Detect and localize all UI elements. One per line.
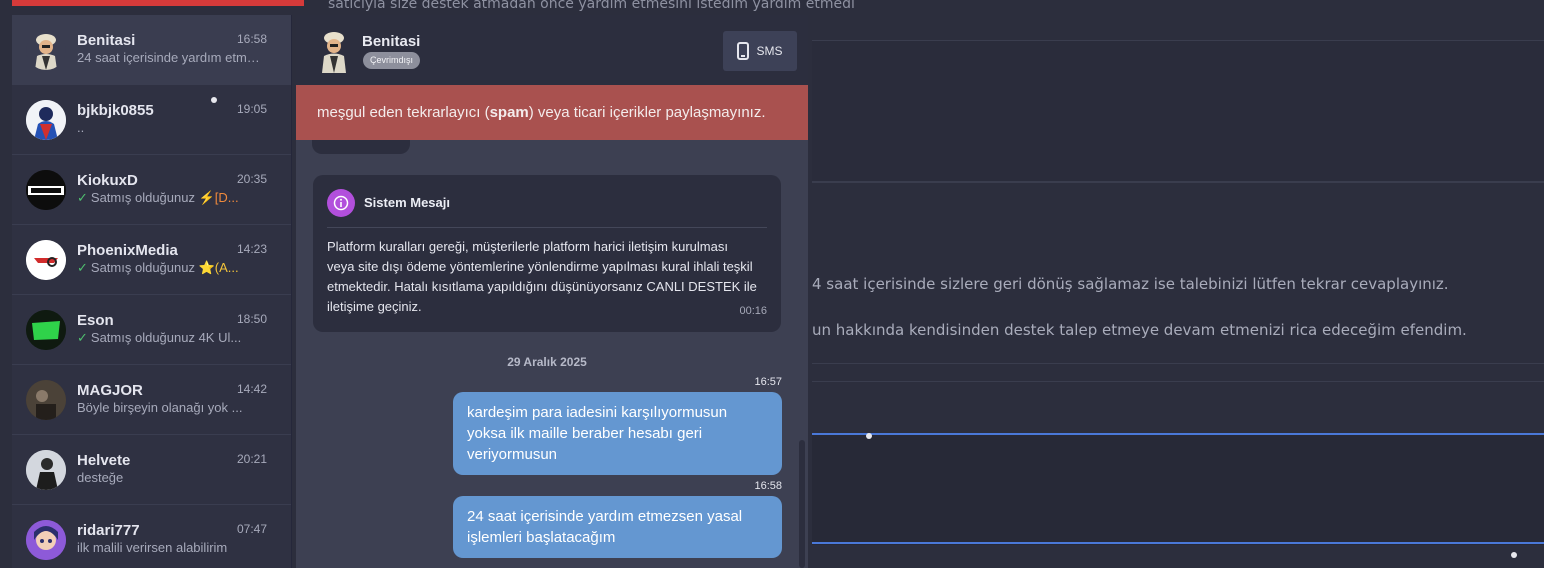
turban-avatar xyxy=(314,29,354,73)
divider xyxy=(812,363,1544,364)
conversation-item[interactable]: ridari777 07:47 ilk malili verirsen alab… xyxy=(12,505,291,568)
background-panel xyxy=(812,40,1544,182)
conversation-name: bjkbjk0855 xyxy=(77,102,154,119)
message-list[interactable]: Sistem Mesajı Platform kuralları gereği,… xyxy=(296,140,808,568)
sms-button[interactable]: SMS xyxy=(723,31,797,71)
conversation-item[interactable]: Helvete 20:21 desteğe xyxy=(12,435,291,505)
divider xyxy=(812,381,1544,382)
background-input-area[interactable] xyxy=(812,435,1544,545)
conversation-preview: 24 saat içerisinde yardım etmezsen yasal… xyxy=(77,50,267,65)
conversation-item[interactable]: MAGJOR 14:42 Böyle birşeyin olanağı yok … xyxy=(12,365,291,435)
conversation-preview: ilk malili verirsen alabilirim xyxy=(77,540,228,555)
chat-panel: Benitasi Çevrimdışı SMS meşgul eden tekr… xyxy=(296,15,808,568)
sms-button-label: SMS xyxy=(756,44,783,58)
background-text-line: un hakkında kendisinden destek talep etm… xyxy=(812,321,1467,339)
conversation-name: PhoenixMedia xyxy=(77,242,178,259)
system-message-time: 00:16 xyxy=(739,305,767,317)
conversation-preview: ✓ Satmış olduğunuz ⚡[D... xyxy=(77,190,239,205)
conversation-preview: ✓ Satmış olduğunuz 4K Ul... xyxy=(77,330,242,345)
cursor-dot xyxy=(866,433,872,439)
conversation-time: 18:50 xyxy=(236,312,267,326)
scrollbar[interactable] xyxy=(799,440,805,568)
outgoing-message: 24 saat içerisinde yardım etmezsen yasal… xyxy=(453,496,782,558)
message-time: 16:57 xyxy=(754,376,782,388)
system-message-body: Platform kuralları gereği, müşterilerle … xyxy=(327,239,757,314)
photo-avatar xyxy=(26,450,66,490)
background-message: satıcıyla size destek atmadan önce yardı… xyxy=(328,0,855,12)
focus-line xyxy=(812,433,1544,435)
conversation-time: 07:47 xyxy=(236,522,267,536)
conversation-name: Benitasi xyxy=(77,32,136,49)
warning-banner: meşgul eden tekrarlayıcı (spam) veya tic… xyxy=(296,85,808,140)
chat-contact-name: Benitasi xyxy=(362,33,421,50)
conversation-item[interactable]: KiokuxD 20:35 ✓ Satmış olduğunuz ⚡[D... xyxy=(12,155,291,225)
phoenix-logo xyxy=(26,240,66,280)
date-separator: 29 Aralık 2025 xyxy=(507,355,587,369)
conversation-list[interactable]: Benitasi 16:58 24 saat içerisinde yardım… xyxy=(12,15,292,568)
hero-avatar xyxy=(26,100,66,140)
outgoing-message: kardeşim para iadesini karşılıyormusun y… xyxy=(453,392,782,475)
divider xyxy=(327,227,767,228)
anime-avatar xyxy=(26,520,66,560)
conversation-preview: ✓ Satmış olduğunuz ⭐(A... xyxy=(77,260,239,275)
background-text-line: 4 saat içerisinde sizlere geri dönüş sağ… xyxy=(812,275,1449,293)
system-message: Sistem Mesajı Platform kuralları gereği,… xyxy=(313,175,781,332)
conversation-time: 14:23 xyxy=(236,242,267,256)
conversation-time: 19:05 xyxy=(236,102,267,116)
conversation-preview: Böyle birşeyin olanağı yok ... xyxy=(77,400,243,415)
conversation-preview: desteğe xyxy=(77,470,124,485)
conversation-item[interactable]: bjkbjk0855 19:05 .. xyxy=(12,85,291,155)
conversation-time: 16:58 xyxy=(236,32,267,46)
message-time: 16:58 xyxy=(754,480,782,492)
conversation-name: MAGJOR xyxy=(77,382,143,399)
background-alert-bar xyxy=(12,0,304,6)
check-icon: ✓ xyxy=(77,190,88,205)
conversation-item[interactable]: Eson 18:50 ✓ Satmış olduğunuz 4K Ul... xyxy=(12,295,291,365)
conversation-time: 20:21 xyxy=(236,452,267,466)
system-message-title: Sistem Mesajı xyxy=(364,195,450,210)
phone-icon xyxy=(737,42,750,60)
divider xyxy=(812,182,1544,183)
cursor-dot xyxy=(211,97,217,103)
conversation-name: ridari777 xyxy=(77,522,140,539)
conversation-preview: .. xyxy=(77,120,85,135)
conversation-time: 14:42 xyxy=(236,382,267,396)
conversation-name: Helvete xyxy=(77,452,131,469)
conversation-item[interactable]: PhoenixMedia 14:23 ✓ Satmış olduğunuz ⭐(A… xyxy=(12,225,291,295)
info-icon xyxy=(327,189,355,217)
cursor-dot xyxy=(1511,552,1517,558)
kiokuxd-logo xyxy=(26,170,66,210)
check-icon: ✓ xyxy=(77,330,88,345)
es-logo xyxy=(26,310,66,350)
previous-message-stub xyxy=(312,140,410,154)
conversation-name: Eson xyxy=(77,312,114,329)
check-icon: ✓ xyxy=(77,260,88,275)
focus-line xyxy=(812,542,1544,544)
conversation-item[interactable]: Benitasi 16:58 24 saat içerisinde yardım… xyxy=(12,15,291,85)
conversation-name: KiokuxD xyxy=(77,172,138,189)
turban-avatar xyxy=(26,30,66,70)
conversation-time: 20:35 xyxy=(236,172,267,186)
dark-avatar xyxy=(26,380,66,420)
status-badge: Çevrimdışı xyxy=(363,52,421,69)
chat-header: Benitasi Çevrimdışı SMS xyxy=(296,15,808,85)
